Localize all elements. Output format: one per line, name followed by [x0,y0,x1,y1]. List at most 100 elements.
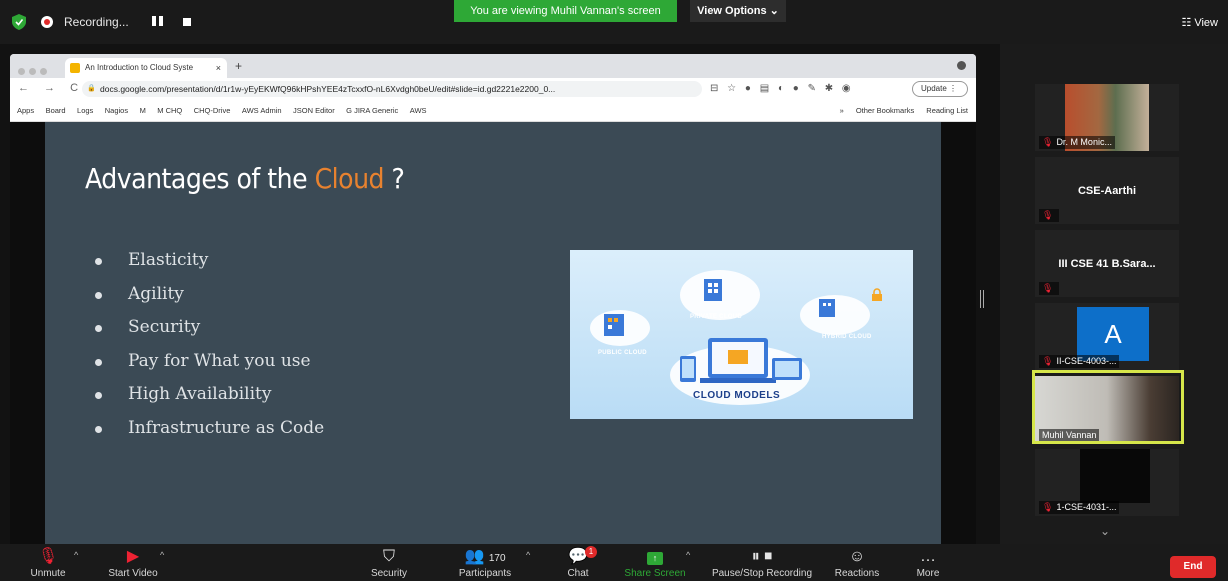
security-button[interactable]: ⛉ Security [366,546,412,579]
reactions-icon: ☺ [848,548,866,565]
more-button[interactable]: … More [910,546,946,579]
participant-video [1080,449,1150,503]
building-icon [819,299,835,317]
bullet-item: Agility [95,284,324,318]
muted-mic-icon: 🎙 [1039,282,1060,295]
participants-button[interactable]: 👥 170 Participants [452,546,518,579]
participants-count: 170 [488,553,506,564]
devices-icon [680,338,802,383]
bookmark-item[interactable]: Logs [77,100,93,121]
active-speaker-border [1032,370,1184,444]
participant-tile[interactable]: III CSE 41 B.Sara... 🎙 [1035,230,1179,297]
participant-name: 🎙 Dr. M Monic... [1039,136,1115,149]
share-options-caret[interactable]: ^ [686,550,690,560]
reactions-button[interactable]: ☺ Reactions [830,546,884,579]
chevron-down-icon[interactable]: ⌄ [1100,524,1110,538]
other-bookmarks[interactable]: Other Bookmarks [856,106,914,115]
browser-tab-strip: An Introduction to Cloud Syste × + [10,54,976,78]
audio-options-caret[interactable]: ^ [74,550,78,560]
meeting-toolbar: 🎙 Unmute ^ ▶ Start Video ^ ⛉ Security 👥 … [0,544,1228,581]
bookmark-item[interactable]: G JIRA Generic [346,100,398,121]
address-bar[interactable]: docs.google.com/presentation/d/1r1w-yEyE… [82,81,702,97]
bookmark-item[interactable]: Board [46,100,66,121]
bookmarks-bar: Apps Board Logs Nagios M M CHQ CHQ-Drive… [10,100,976,122]
bookmark-item[interactable]: AWS [410,100,427,121]
participant-tile[interactable]: CSE-Aarthi 🎙 [1035,157,1179,224]
pause-stop-icon: ⏸ ⏹ [751,548,773,565]
unmute-button[interactable]: 🎙 Unmute [26,546,70,579]
address-row: ← → C docs.google.com/presentation/d/1r1… [10,78,976,100]
close-tab-icon[interactable]: × [216,58,221,78]
bookmark-item[interactable]: M CHQ [157,100,182,121]
muted-mic-icon: 🎙 [1039,209,1060,222]
participants-options-caret[interactable]: ^ [526,550,530,560]
slides-icon [70,63,80,73]
slide-title-prefix: Advantages of the [85,162,308,195]
building-icon [604,314,624,336]
stop-recording-button[interactable] [183,18,191,26]
video-options-caret[interactable]: ^ [160,550,164,560]
public-cloud-label: PUBLIC CLOUD [598,350,647,356]
browser-tab[interactable]: An Introduction to Cloud Syste × [65,58,227,78]
zoom-window: Recording... You are viewing Muhil Vanna… [0,0,1228,581]
view-options-button[interactable]: View Options ⌄ [690,0,786,22]
shield-icon: ⛉ [382,548,395,565]
share-screen-icon: ↑ [647,552,663,565]
participants-icon: 👥 [464,548,485,565]
bullet-item: High Availability [95,384,324,418]
muted-mic-icon: 🎙 [1042,137,1054,147]
bullet-item: Elasticity [95,250,324,284]
bookmark-item[interactable]: Apps [17,100,34,121]
tab-title: An Introduction to Cloud Syste [85,63,194,72]
bookmark-item[interactable]: Nagios [105,100,128,121]
hybrid-cloud-label: HYBRID CLOUD [822,334,872,340]
recording-label: Recording... [64,15,129,29]
shared-screen: An Introduction to Cloud Syste × + ← → C… [0,44,1000,544]
video-off-icon: ▶ [126,548,140,565]
slide: Advantages of the Cloud ? Elasticity Agi… [45,122,941,544]
bookmark-item[interactable]: CHQ-Drive [194,100,231,121]
view-button[interactable]: ☷ View [1181,16,1218,29]
extension-icons[interactable]: ⊟ ☆ ● ▤ ◐ ● ✎ ✱ ◉ [710,83,854,94]
meeting-top-bar: Recording... You are viewing Muhil Vanna… [0,0,1228,44]
pause-stop-recording-button[interactable]: ⏸ ⏹ Pause/Stop Recording [704,546,820,579]
slide-title-accent: Cloud [314,162,385,195]
new-tab-button[interactable]: + [235,59,242,73]
gallery-resize-handle[interactable] [980,290,984,308]
browser-window: An Introduction to Cloud Syste × + ← → C… [10,54,976,122]
private-cloud-label: PRIVATE CLOUD [690,314,743,320]
bookmarks-overflow[interactable]: » [840,106,844,115]
reading-list[interactable]: Reading List [926,106,968,115]
bookmark-item[interactable]: JSON Editor [293,100,335,121]
share-screen-button[interactable]: ↑ Share Screen [622,546,688,579]
participant-tile[interactable]: 🎙 1-CSE-4031-... [1035,449,1179,516]
participant-name: 🎙 1-CSE-4031-... [1039,501,1120,514]
nav-buttons[interactable]: ← → C [18,82,84,94]
shield-icon[interactable] [12,14,26,30]
building-icon [704,279,722,301]
pause-recording-button[interactable] [152,16,166,28]
bookmarks-right: » Other Bookmarks Reading List [830,100,968,121]
bookmark-item[interactable]: M [140,100,146,121]
bookmark-item[interactable]: AWS Admin [242,100,282,121]
muted-mic-icon: 🎙 [37,548,59,565]
slide-title-suffix: ? [391,162,405,195]
muted-mic-icon: 🎙 [1042,356,1054,366]
bullet-item: Security [95,317,324,351]
cloud-models-illustration: PRIVATE CLOUD PUBLIC CLOUD HYBRID CLOUD … [570,250,913,419]
participant-tile[interactable]: 🎙 Dr. M Monic... [1035,84,1179,151]
lock-icon [872,288,882,301]
avatar: A [1077,307,1149,361]
bullet-list: Elasticity Agility Security Pay for What… [95,250,324,451]
recording-icon [41,16,53,28]
cloud-models-label: CLOUD MODELS [693,390,781,401]
viewing-banner: You are viewing Muhil Vannan's screen [454,0,677,22]
start-video-button[interactable]: ▶ Start Video [100,546,166,579]
participant-tile[interactable]: A 🎙 II-CSE-4003-... [1035,303,1179,370]
update-button[interactable]: Update ⋮ [912,81,968,97]
end-meeting-button[interactable]: End [1170,556,1216,578]
participant-name: 🎙 II-CSE-4003-... [1039,355,1120,368]
slide-title: Advantages of the Cloud ? [85,162,405,195]
bullet-item: Pay for What you use [95,351,324,385]
browser-menu-icon[interactable] [957,61,966,70]
